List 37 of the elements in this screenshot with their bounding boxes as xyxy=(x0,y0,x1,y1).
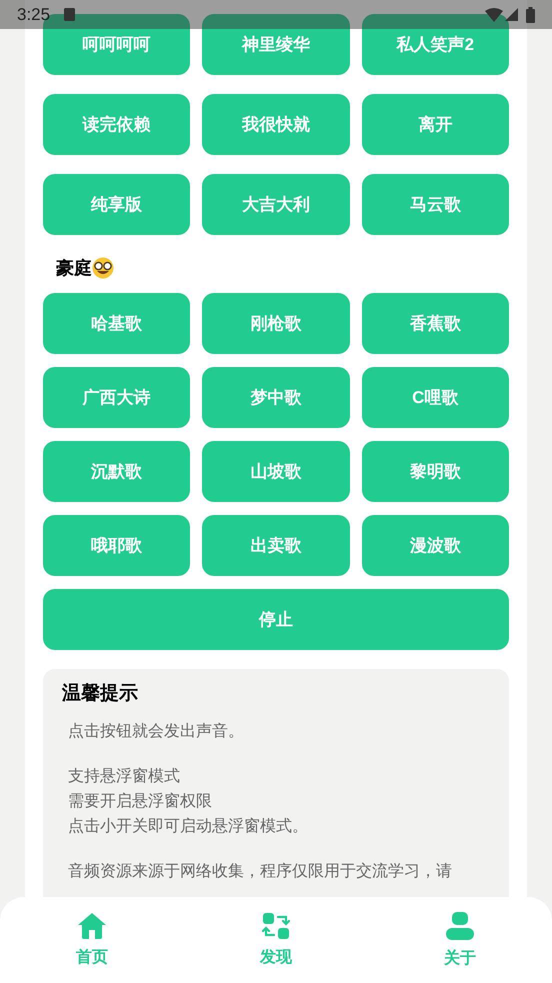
person-icon xyxy=(445,911,475,941)
nerd-emoji-icon xyxy=(92,257,114,279)
tips-title: 温馨提示 xyxy=(62,682,139,706)
sound-button[interactable]: 我很快就 xyxy=(202,94,350,155)
sound-button[interactable]: 香蕉歌 xyxy=(362,293,509,354)
sound-button[interactable]: 山坡歌 xyxy=(202,441,350,502)
tips-paragraph: 支持悬浮窗模式 需要开启悬浮窗权限 点击小开关即可启动悬浮窗模式。 xyxy=(67,766,309,837)
section-heading: 豪庭 xyxy=(56,256,92,280)
nav-tab[interactable]: 发现 xyxy=(184,897,368,983)
nav-tab[interactable]: 首页 xyxy=(0,897,184,983)
sound-button[interactable]: 离开 xyxy=(362,94,509,155)
sound-button[interactable]: 漫波歌 xyxy=(362,515,509,576)
sound-button[interactable]: 广西大诗 xyxy=(43,367,190,428)
wifi-icon xyxy=(485,8,503,22)
sound-button[interactable]: 纯享版 xyxy=(43,174,190,235)
stop-button[interactable]: 停止 xyxy=(43,589,509,650)
home-icon xyxy=(77,912,107,940)
sound-button[interactable]: 神里绫华 xyxy=(202,14,350,75)
sound-button[interactable]: 私人笑声2 xyxy=(362,14,509,75)
battery-icon xyxy=(526,6,535,22)
sound-button[interactable]: 出卖歌 xyxy=(202,515,350,576)
notification-icon xyxy=(64,8,76,21)
sound-button[interactable]: C哩歌 xyxy=(362,367,509,428)
sound-button[interactable]: 梦中歌 xyxy=(202,367,350,428)
swap-icon xyxy=(262,912,290,940)
sound-button[interactable]: 哈基歌 xyxy=(43,293,190,354)
sound-button[interactable]: 刚枪歌 xyxy=(202,293,350,354)
tips-paragraph: 音频资源来源于网络收集，程序仅限用于交流学习，请 xyxy=(67,862,453,882)
sound-button[interactable]: 黎明歌 xyxy=(362,441,509,502)
tips-paragraph: 点击按钮就会发出声音。 xyxy=(67,722,245,742)
sound-button[interactable]: 大吉大利 xyxy=(202,174,350,235)
sound-button[interactable]: 哦耶歌 xyxy=(43,515,190,576)
signal-icon xyxy=(505,8,518,21)
nav-tab[interactable]: 关于 xyxy=(368,897,552,983)
sound-button[interactable]: 沉默歌 xyxy=(43,441,190,502)
sound-button[interactable]: 读完依赖 xyxy=(43,94,190,155)
sound-button[interactable]: 马云歌 xyxy=(362,174,509,235)
